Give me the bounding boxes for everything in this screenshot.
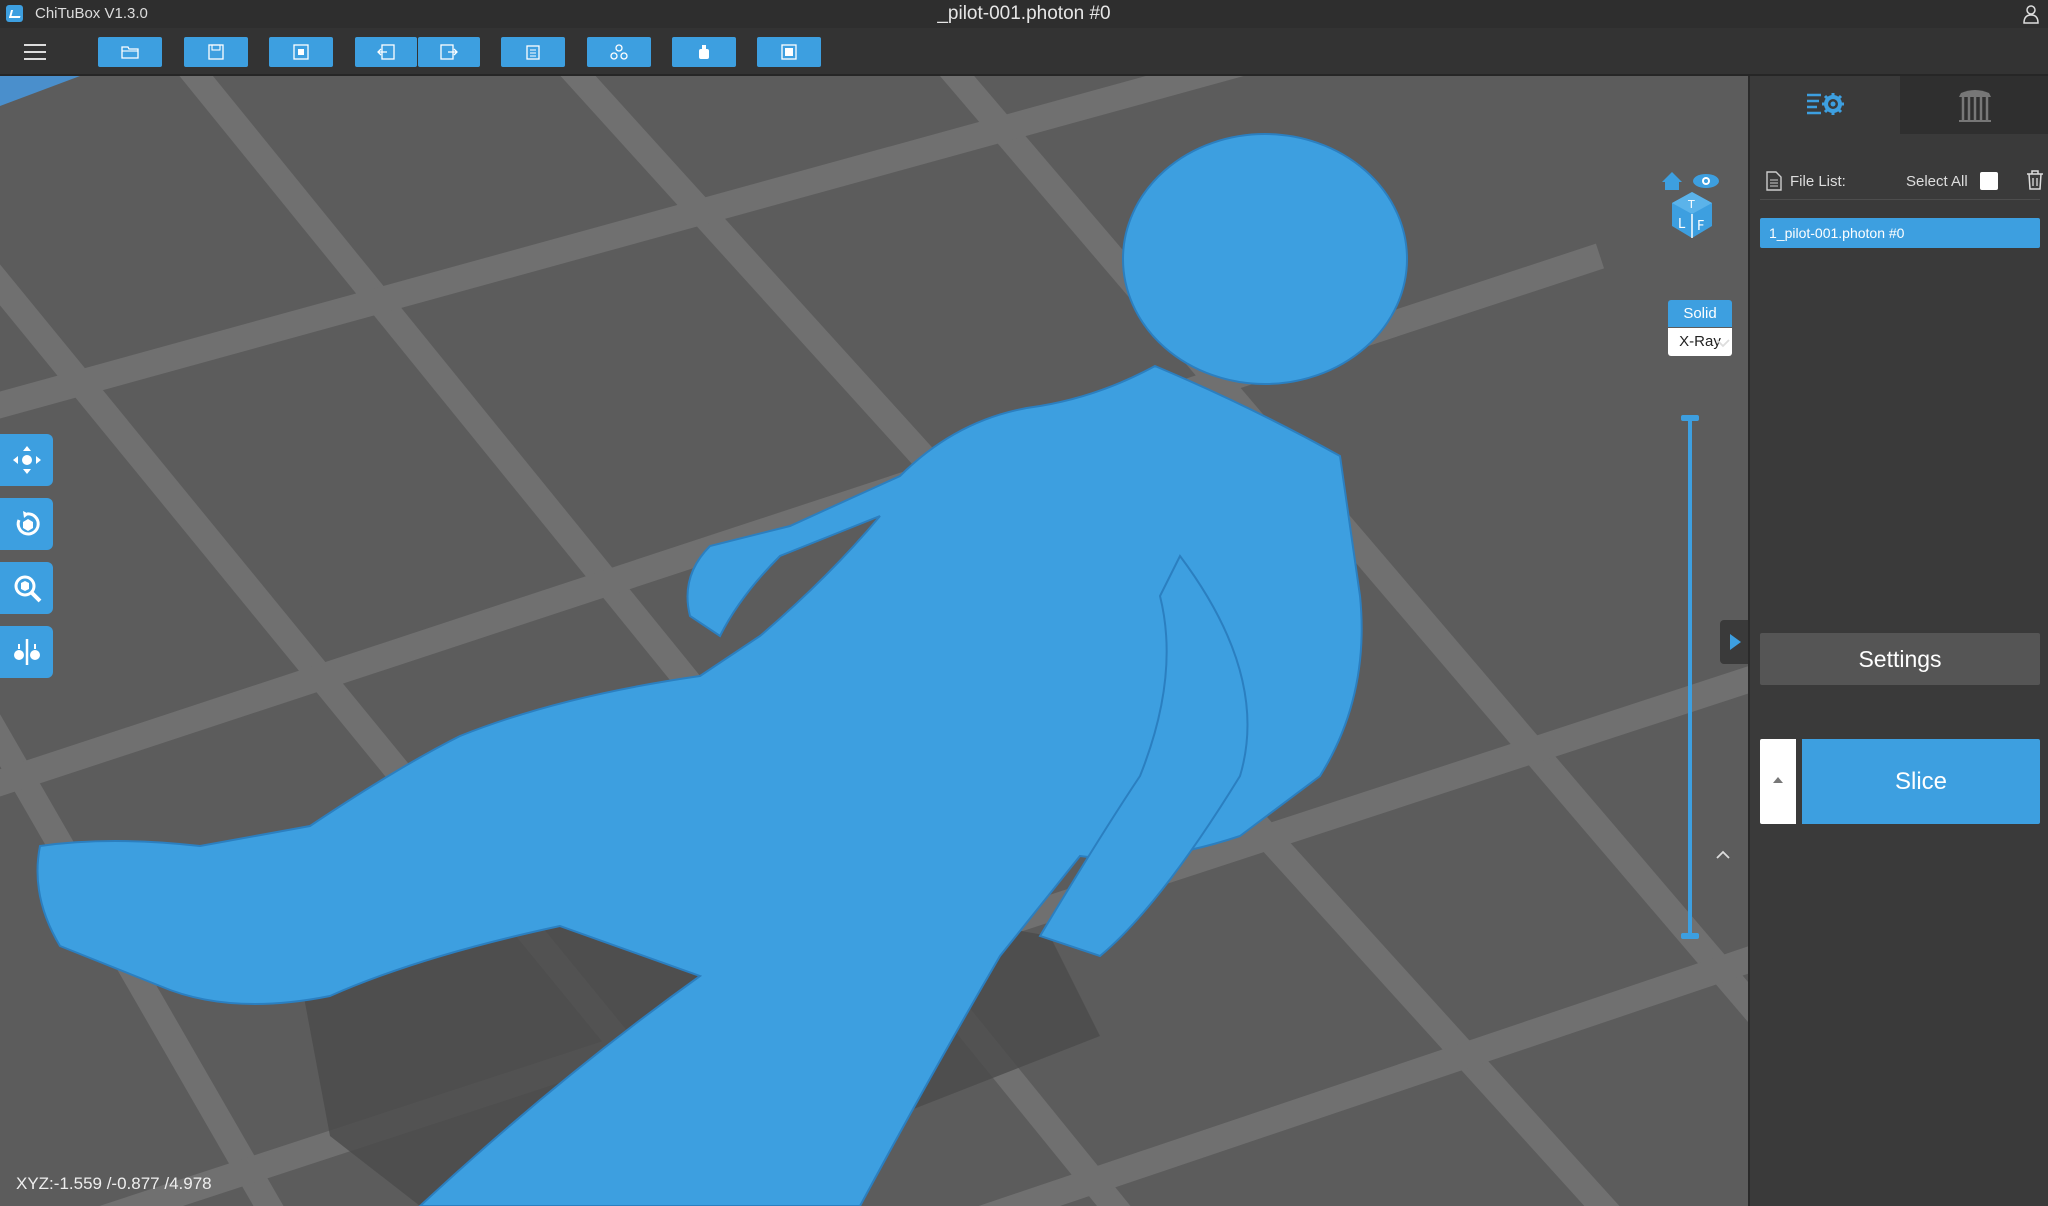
- build-plate-grid: [0, 76, 1748, 1206]
- list-gear-icon: [1807, 93, 1844, 115]
- svg-text:T: T: [1687, 198, 1695, 211]
- chevron-down-icon[interactable]: [1715, 338, 1731, 348]
- svg-text:L: L: [1678, 217, 1686, 232]
- open-file-button[interactable]: [98, 37, 162, 67]
- svg-text:F: F: [1697, 219, 1704, 234]
- move-tool-button[interactable]: [0, 434, 53, 486]
- hollow-button[interactable]: [672, 37, 736, 67]
- scale-icon: [14, 575, 41, 603]
- select-all-checkbox[interactable]: [1980, 172, 1998, 190]
- scale-tool-button[interactable]: [0, 562, 53, 614]
- settings-button[interactable]: Settings: [1760, 633, 2040, 685]
- divider: [1760, 199, 2040, 200]
- layer-slider-bottom-handle[interactable]: [1681, 933, 1699, 939]
- screenshot-icon: [293, 44, 309, 60]
- undo-button[interactable]: [355, 37, 417, 67]
- title-bar: ChiTuBox V1.3.0 _pilot-001.photon #0: [0, 0, 2048, 28]
- window-title: _pilot-001.photon #0: [937, 3, 1111, 24]
- redo-icon: [440, 44, 458, 60]
- mirror-icon: [13, 639, 40, 665]
- layer-slider-track[interactable]: [1688, 417, 1692, 937]
- arrange-icon: [610, 44, 628, 60]
- solid-mode-button[interactable]: Solid: [1668, 300, 1732, 327]
- arrange-button[interactable]: [587, 37, 651, 67]
- machine-button[interactable]: [757, 37, 821, 67]
- 3d-viewport[interactable]: L F T Solid X-Ray XYZ:-1.559 /-0.877 /4.…: [0, 76, 1748, 1206]
- save-button[interactable]: [184, 37, 248, 67]
- screenshot-button[interactable]: [269, 37, 333, 67]
- view-cube-icon[interactable]: L F T: [1660, 168, 1724, 240]
- user-icon[interactable]: [2022, 4, 2040, 24]
- machine-icon: [781, 44, 797, 60]
- bottle-icon: [699, 45, 709, 59]
- select-all-label: Select All: [1906, 173, 1968, 190]
- hamburger-menu-button[interactable]: [20, 38, 54, 66]
- rotate-icon: [16, 511, 40, 536]
- slice-button[interactable]: Slice: [1802, 739, 2040, 824]
- mirror-tool-button[interactable]: [0, 626, 53, 678]
- clipboard-button[interactable]: [501, 37, 565, 67]
- undo-icon: [377, 44, 395, 60]
- file-list-header: File List: Select All: [1766, 170, 2043, 194]
- supports-icon: [1959, 90, 1991, 122]
- redo-button[interactable]: [418, 37, 480, 67]
- right-panel: File List: Select All 1_pilot-001.photon…: [1748, 76, 2048, 1206]
- layer-slider-top-handle[interactable]: [1681, 415, 1699, 421]
- xyz-coordinate-readout: XYZ:-1.559 /-0.877 /4.978: [16, 1174, 212, 1193]
- panel-collapse-toggle[interactable]: [1720, 620, 1748, 664]
- slice-options-toggle[interactable]: [1760, 739, 1796, 824]
- toolbar: [0, 28, 2048, 76]
- chevron-up-icon[interactable]: [1715, 850, 1731, 860]
- save-icon: [208, 44, 224, 60]
- trash-icon[interactable]: [2026, 170, 2044, 190]
- folder-open-icon: [121, 46, 139, 59]
- rotate-tool-button[interactable]: [0, 498, 53, 550]
- clipboard-icon: [526, 45, 540, 60]
- settings-tab[interactable]: [1750, 76, 1900, 134]
- document-icon: [1766, 171, 1782, 191]
- file-list-item[interactable]: 1_pilot-001.photon #0: [1760, 218, 2040, 248]
- supports-tab[interactable]: [1900, 76, 2048, 134]
- layer-slider[interactable]: [1681, 415, 1699, 939]
- move-icon: [12, 446, 41, 474]
- file-list-label: File List:: [1790, 173, 1846, 190]
